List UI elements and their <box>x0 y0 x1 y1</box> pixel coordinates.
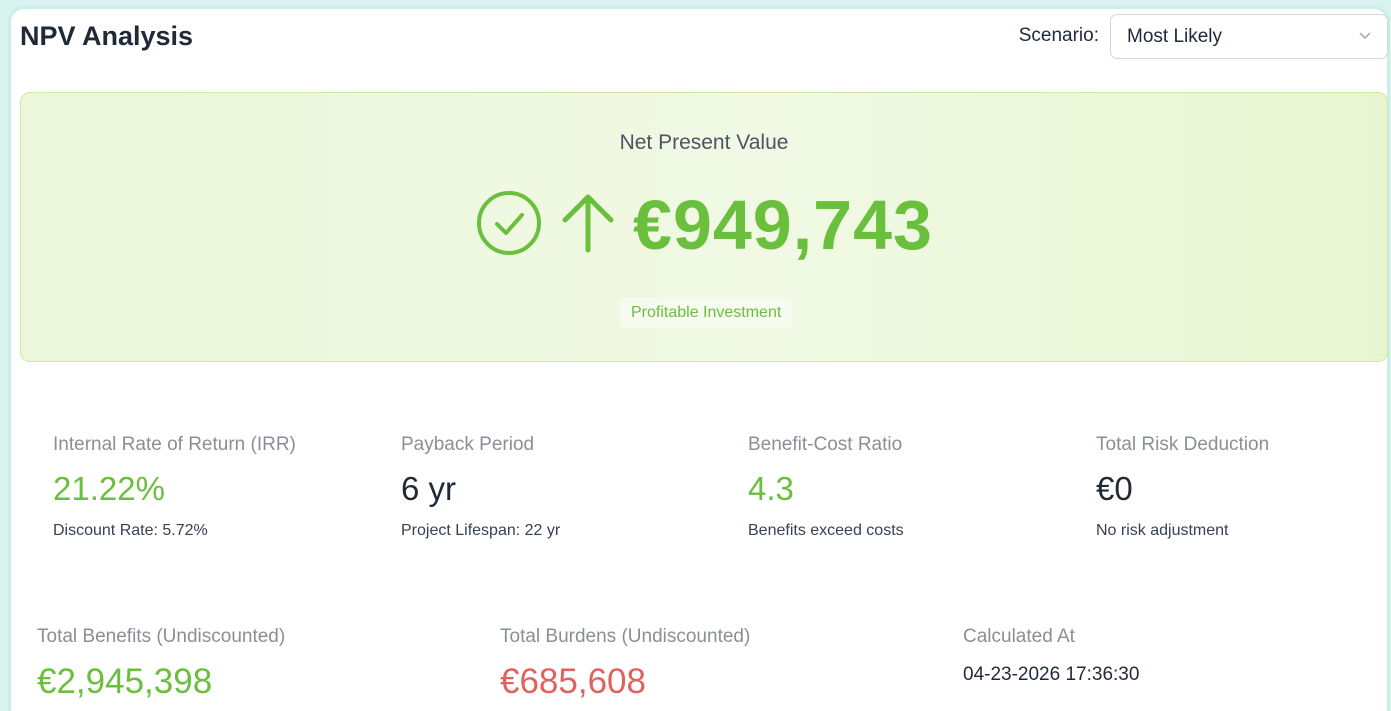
total-burdens-label: Total Burdens (Undiscounted) <box>500 626 751 647</box>
scenario-selected-value: Most Likely <box>1127 26 1223 47</box>
metric-risk: Total Risk Deduction €0 No risk adjustme… <box>1096 434 1269 540</box>
metric-subtext: Benefits exceed costs <box>748 522 904 539</box>
metric-value: 4.3 <box>748 470 794 507</box>
metric-subtext: Project Lifespan: 22 yr <box>401 522 561 539</box>
metric-label: Payback Period <box>401 434 535 455</box>
scenario-select[interactable]: Most Likely <box>1110 14 1388 59</box>
metric-value: 6 yr <box>401 470 457 507</box>
metric-bcr: Benefit-Cost Ratio 4.3 Benefits exceed c… <box>748 434 904 540</box>
total-burdens: Total Burdens (Undiscounted) €685,608 <box>500 626 750 702</box>
arrow-up-icon <box>559 192 617 259</box>
metric-value: 21.22% <box>53 470 165 507</box>
metric-label: Total Risk Deduction <box>1096 434 1270 455</box>
total-benefits-label: Total Benefits (Undiscounted) <box>37 626 286 647</box>
npv-hero-panel: Net Present Value €949,743 Profitable In… <box>20 92 1388 362</box>
total-benefits: Total Benefits (Undiscounted) €2,945,398 <box>37 626 285 702</box>
metric-payback: Payback Period 6 yr Project Lifespan: 22… <box>401 434 560 540</box>
scenario-label: Scenario: <box>1018 25 1099 46</box>
calculated-at-label: Calculated At <box>963 626 1075 647</box>
npv-value: €949,743 <box>633 186 933 264</box>
npv-analysis-card: NPV Analysis Scenario: Most Likely Net P… <box>8 6 1390 711</box>
total-burdens-value: €685,608 <box>500 662 646 701</box>
npv-value-row: €949,743 <box>21 185 1387 265</box>
npv-label: Net Present Value <box>619 131 789 154</box>
chevron-down-icon <box>1357 27 1373 49</box>
total-benefits-value: €2,945,398 <box>37 662 213 701</box>
metric-value: €0 <box>1096 470 1133 507</box>
status-badge: Profitable Investment <box>620 298 793 328</box>
calculated-at: Calculated At 04-23-2026 17:36:30 <box>963 626 1139 686</box>
metric-label: Internal Rate of Return (IRR) <box>53 434 296 455</box>
metric-subtext: No risk adjustment <box>1096 522 1229 539</box>
page-title: NPV Analysis <box>20 21 194 51</box>
check-circle-icon <box>475 189 543 262</box>
metric-irr: Internal Rate of Return (IRR) 21.22% Dis… <box>53 434 296 540</box>
metric-label: Benefit-Cost Ratio <box>748 434 903 455</box>
calculated-at-value: 04-23-2026 17:36:30 <box>963 664 1140 685</box>
metric-subtext: Discount Rate: 5.72% <box>53 522 208 539</box>
